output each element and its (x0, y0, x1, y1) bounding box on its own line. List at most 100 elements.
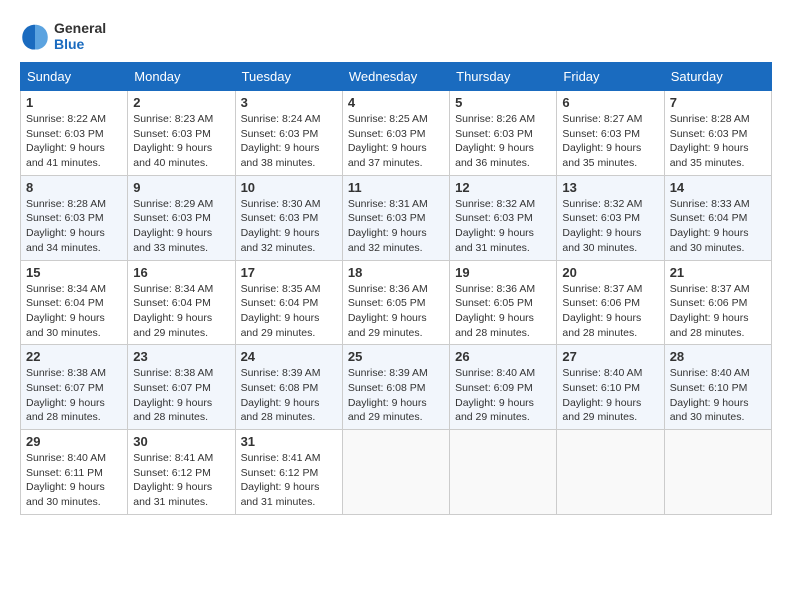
day-number: 14 (670, 180, 766, 195)
day-info: Sunrise: 8:32 AMSunset: 6:03 PMDaylight:… (455, 197, 551, 256)
day-info: Sunrise: 8:28 AMSunset: 6:03 PMDaylight:… (26, 197, 122, 256)
day-number: 2 (133, 95, 229, 110)
calendar-week-row: 15 Sunrise: 8:34 AMSunset: 6:04 PMDayligh… (21, 260, 772, 345)
day-info: Sunrise: 8:28 AMSunset: 6:03 PMDaylight:… (670, 112, 766, 171)
day-of-week-header: Wednesday (342, 63, 449, 91)
day-number: 20 (562, 265, 658, 280)
calendar-week-row: 8 Sunrise: 8:28 AMSunset: 6:03 PMDaylight… (21, 175, 772, 260)
day-number: 26 (455, 349, 551, 364)
logo-icon (20, 21, 50, 51)
day-number: 11 (348, 180, 444, 195)
day-info: Sunrise: 8:39 AMSunset: 6:08 PMDaylight:… (241, 366, 337, 425)
day-info: Sunrise: 8:36 AMSunset: 6:05 PMDaylight:… (348, 282, 444, 341)
calendar-day-cell: 11Sunrise: 8:31 AMSunset: 6:03 PMDayligh… (342, 175, 449, 260)
calendar-day-cell: 9 Sunrise: 8:29 AMSunset: 6:03 PMDaylight… (128, 175, 235, 260)
calendar-day-cell: 17 Sunrise: 8:35 AMSunset: 6:04 PMDayligh… (235, 260, 342, 345)
day-info: Sunrise: 8:40 AMSunset: 6:10 PMDaylight:… (562, 366, 658, 425)
day-info: Sunrise: 8:34 AMSunset: 6:04 PMDaylight:… (26, 282, 122, 341)
calendar-day-cell: 29 Sunrise: 8:40 AMSunset: 6:11 PMDayligh… (21, 430, 128, 515)
calendar-day-cell: 19Sunrise: 8:36 AMSunset: 6:05 PMDayligh… (450, 260, 557, 345)
day-number: 18 (348, 265, 444, 280)
day-info: Sunrise: 8:40 AMSunset: 6:10 PMDaylight:… (670, 366, 766, 425)
calendar-week-row: 29 Sunrise: 8:40 AMSunset: 6:11 PMDayligh… (21, 430, 772, 515)
day-number: 1 (26, 95, 122, 110)
calendar-day-cell: 20 Sunrise: 8:37 AMSunset: 6:06 PMDayligh… (557, 260, 664, 345)
calendar-day-cell: 6 Sunrise: 8:27 AMSunset: 6:03 PMDaylight… (557, 91, 664, 176)
calendar-day-cell: 3 Sunrise: 8:24 AMSunset: 6:03 PMDaylight… (235, 91, 342, 176)
calendar-day-cell: 1 Sunrise: 8:22 AMSunset: 6:03 PMDaylight… (21, 91, 128, 176)
calendar-day-cell: 7 Sunrise: 8:28 AMSunset: 6:03 PMDaylight… (664, 91, 771, 176)
calendar-day-cell: 25Sunrise: 8:39 AMSunset: 6:08 PMDayligh… (342, 345, 449, 430)
calendar-day-cell: 28 Sunrise: 8:40 AMSunset: 6:10 PMDayligh… (664, 345, 771, 430)
day-of-week-header: Monday (128, 63, 235, 91)
calendar-day-cell: 14 Sunrise: 8:33 AMSunset: 6:04 PMDayligh… (664, 175, 771, 260)
page-header: General Blue (20, 20, 772, 52)
day-number: 15 (26, 265, 122, 280)
calendar-week-row: 22Sunrise: 8:38 AMSunset: 6:07 PMDayligh… (21, 345, 772, 430)
calendar-day-cell: 8 Sunrise: 8:28 AMSunset: 6:03 PMDaylight… (21, 175, 128, 260)
calendar-day-cell: 27 Sunrise: 8:40 AMSunset: 6:10 PMDayligh… (557, 345, 664, 430)
day-number: 4 (348, 95, 444, 110)
day-info: Sunrise: 8:38 AMSunset: 6:07 PMDaylight:… (133, 366, 229, 425)
day-number: 13 (562, 180, 658, 195)
day-number: 29 (26, 434, 122, 449)
day-of-week-header: Sunday (21, 63, 128, 91)
calendar-day-cell: 4 Sunrise: 8:25 AMSunset: 6:03 PMDaylight… (342, 91, 449, 176)
day-info: Sunrise: 8:37 AMSunset: 6:06 PMDaylight:… (562, 282, 658, 341)
day-of-week-header: Thursday (450, 63, 557, 91)
calendar-day-cell (557, 430, 664, 515)
day-info: Sunrise: 8:37 AMSunset: 6:06 PMDaylight:… (670, 282, 766, 341)
day-number: 17 (241, 265, 337, 280)
day-info: Sunrise: 8:23 AMSunset: 6:03 PMDaylight:… (133, 112, 229, 171)
day-info: Sunrise: 8:26 AMSunset: 6:03 PMDaylight:… (455, 112, 551, 171)
logo: General Blue (20, 20, 106, 52)
day-number: 12 (455, 180, 551, 195)
day-number: 23 (133, 349, 229, 364)
day-info: Sunrise: 8:40 AMSunset: 6:09 PMDaylight:… (455, 366, 551, 425)
day-info: Sunrise: 8:24 AMSunset: 6:03 PMDaylight:… (241, 112, 337, 171)
calendar-day-cell: 26 Sunrise: 8:40 AMSunset: 6:09 PMDayligh… (450, 345, 557, 430)
calendar-day-cell (664, 430, 771, 515)
day-number: 10 (241, 180, 337, 195)
day-number: 28 (670, 349, 766, 364)
day-number: 3 (241, 95, 337, 110)
day-number: 6 (562, 95, 658, 110)
day-number: 27 (562, 349, 658, 364)
day-of-week-header: Saturday (664, 63, 771, 91)
calendar-day-cell: 23 Sunrise: 8:38 AMSunset: 6:07 PMDayligh… (128, 345, 235, 430)
day-info: Sunrise: 8:29 AMSunset: 6:03 PMDaylight:… (133, 197, 229, 256)
day-number: 8 (26, 180, 122, 195)
calendar-day-cell: 12 Sunrise: 8:32 AMSunset: 6:03 PMDayligh… (450, 175, 557, 260)
day-number: 21 (670, 265, 766, 280)
day-info: Sunrise: 8:41 AMSunset: 6:12 PMDaylight:… (241, 451, 337, 510)
calendar-day-cell: 5 Sunrise: 8:26 AMSunset: 6:03 PMDaylight… (450, 91, 557, 176)
day-number: 9 (133, 180, 229, 195)
day-info: Sunrise: 8:25 AMSunset: 6:03 PMDaylight:… (348, 112, 444, 171)
day-number: 5 (455, 95, 551, 110)
day-info: Sunrise: 8:27 AMSunset: 6:03 PMDaylight:… (562, 112, 658, 171)
day-info: Sunrise: 8:36 AMSunset: 6:05 PMDaylight:… (455, 282, 551, 341)
day-info: Sunrise: 8:22 AMSunset: 6:03 PMDaylight:… (26, 112, 122, 171)
calendar-day-cell: 18 Sunrise: 8:36 AMSunset: 6:05 PMDayligh… (342, 260, 449, 345)
day-of-week-header: Friday (557, 63, 664, 91)
day-number: 31 (241, 434, 337, 449)
calendar-day-cell: 21 Sunrise: 8:37 AMSunset: 6:06 PMDayligh… (664, 260, 771, 345)
calendar-week-row: 1 Sunrise: 8:22 AMSunset: 6:03 PMDaylight… (21, 91, 772, 176)
day-number: 30 (133, 434, 229, 449)
day-info: Sunrise: 8:32 AMSunset: 6:03 PMDaylight:… (562, 197, 658, 256)
calendar-day-cell: 16Sunrise: 8:34 AMSunset: 6:04 PMDayligh… (128, 260, 235, 345)
day-info: Sunrise: 8:41 AMSunset: 6:12 PMDaylight:… (133, 451, 229, 510)
day-info: Sunrise: 8:40 AMSunset: 6:11 PMDaylight:… (26, 451, 122, 510)
day-number: 24 (241, 349, 337, 364)
calendar-header-row: SundayMondayTuesdayWednesdayThursdayFrid… (21, 63, 772, 91)
calendar-day-cell: 10Sunrise: 8:30 AMSunset: 6:03 PMDayligh… (235, 175, 342, 260)
day-info: Sunrise: 8:35 AMSunset: 6:04 PMDaylight:… (241, 282, 337, 341)
day-info: Sunrise: 8:38 AMSunset: 6:07 PMDaylight:… (26, 366, 122, 425)
calendar-day-cell: 31 Sunrise: 8:41 AMSunset: 6:12 PMDayligh… (235, 430, 342, 515)
calendar-day-cell: 13 Sunrise: 8:32 AMSunset: 6:03 PMDayligh… (557, 175, 664, 260)
day-of-week-header: Tuesday (235, 63, 342, 91)
day-number: 7 (670, 95, 766, 110)
calendar-day-cell: 15 Sunrise: 8:34 AMSunset: 6:04 PMDayligh… (21, 260, 128, 345)
day-info: Sunrise: 8:34 AMSunset: 6:04 PMDaylight:… (133, 282, 229, 341)
day-info: Sunrise: 8:33 AMSunset: 6:04 PMDaylight:… (670, 197, 766, 256)
